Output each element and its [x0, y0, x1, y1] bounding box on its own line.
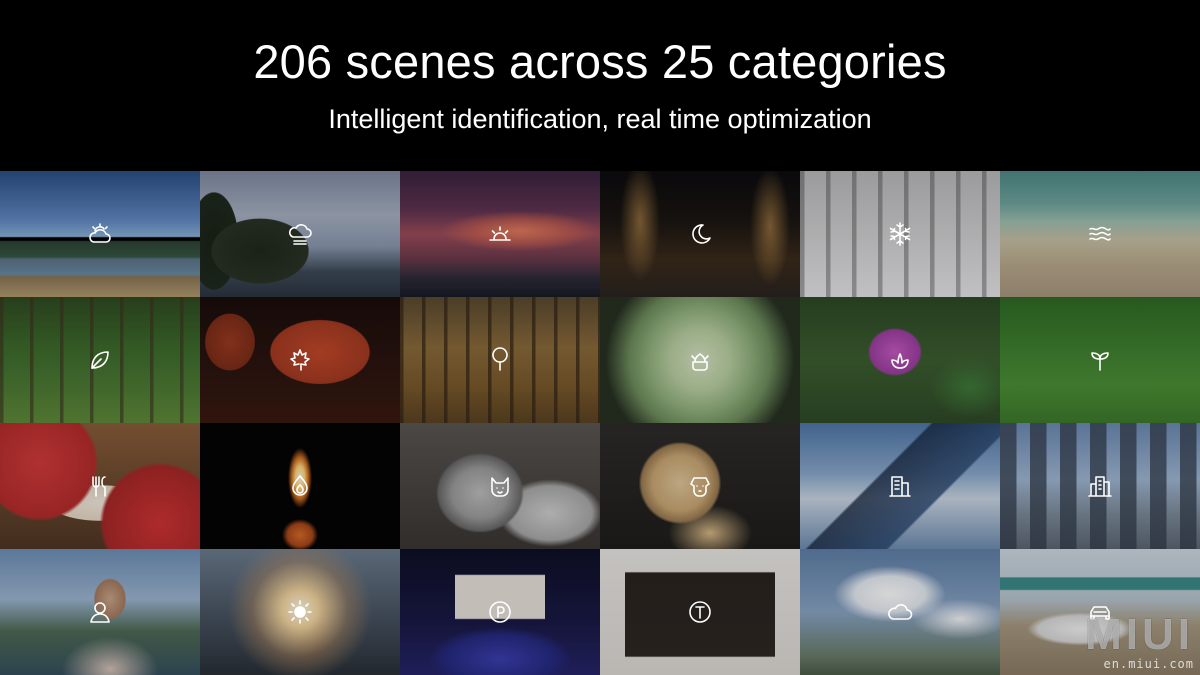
snowflake-icon [886, 220, 914, 248]
sprout-icon [1086, 346, 1114, 374]
scene-tile-city-skyline [1000, 423, 1200, 549]
scene-tile-stage-show [400, 549, 600, 675]
scene-tile-portrait-woman [0, 549, 200, 675]
sunset-icon [486, 220, 514, 248]
food-icon [86, 472, 114, 500]
scene-tile-white-clouds [800, 549, 1000, 675]
scene-tile-desserts [0, 423, 200, 549]
maple-leaf-icon [286, 346, 314, 374]
backlight-icon [286, 598, 314, 626]
scene-tile-cat [400, 423, 600, 549]
scene-tile-snowy-forest [800, 171, 1000, 297]
stage-icon [486, 598, 514, 626]
scene-tile-green-forest [0, 297, 200, 423]
tree-icon [486, 346, 514, 374]
scene-grid [0, 171, 1200, 675]
cat-icon [486, 472, 514, 500]
flower-icon [886, 346, 914, 374]
scene-tile-modern-building [800, 423, 1000, 549]
miui-watermark: MIUI en.miui.com [1084, 610, 1194, 672]
building-icon [886, 472, 914, 500]
succulent-icon [686, 346, 714, 374]
scene-tile-candle-flame [200, 423, 400, 549]
partly-cloudy-icon [86, 220, 114, 248]
text-icon [686, 598, 714, 626]
portrait-icon [86, 598, 114, 626]
waves-icon [1086, 220, 1114, 248]
scene-tile-overcast-trees [200, 171, 400, 297]
candle-icon [286, 472, 314, 500]
miui-url: en.miui.com [1103, 657, 1194, 671]
scene-tile-red-sunset-clouds [400, 171, 600, 297]
scene-tile-purple-lotus [800, 297, 1000, 423]
overcast-cloud-icon [286, 220, 314, 248]
scene-tile-dog [600, 423, 800, 549]
scene-tile-succulent-plant [600, 297, 800, 423]
header: 206 scenes across 25 categories Intellig… [0, 0, 1200, 171]
scene-tile-blue-sky-lake [0, 171, 200, 297]
scene-tile-red-maple-leaves [200, 297, 400, 423]
scene-tile-autumn-trees [400, 297, 600, 423]
scene-tile-night-street [600, 171, 800, 297]
scene-tile-grass-field [1000, 297, 1200, 423]
cloud-icon [886, 598, 914, 626]
scene-tile-signboard-text [600, 549, 800, 675]
scene-tile-backlit-portrait [200, 549, 400, 675]
night-moon-icon [686, 220, 714, 248]
page-title: 206 scenes across 25 categories [253, 35, 947, 88]
scene-tile-beach [1000, 171, 1200, 297]
miui-logo: MIUI [1085, 610, 1194, 659]
leaf-icon [86, 346, 114, 374]
page-subtitle: Intelligent identification, real time op… [328, 104, 872, 134]
city-buildings-icon [1086, 472, 1114, 500]
dog-icon [686, 472, 714, 500]
